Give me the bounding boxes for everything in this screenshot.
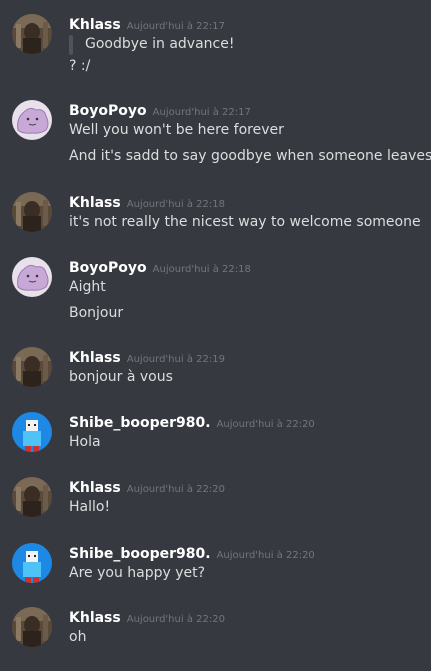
timestamp: Aujourd'hui à 22:18	[152, 264, 251, 275]
message-text: oh	[69, 629, 87, 645]
message-text: Bonjour	[69, 305, 124, 321]
message-text: And it's sadd to say goodbye when someon…	[69, 148, 431, 164]
blue-character-avatar-icon[interactable]	[12, 543, 52, 583]
khlass-avatar-icon[interactable]	[12, 477, 52, 517]
timestamp: Aujourd'hui à 22:20	[126, 614, 225, 625]
message-header: BoyoPoyo Aujourd'hui à 22:18	[69, 257, 251, 277]
quote-text: Goodbye in advance!	[85, 36, 235, 52]
username[interactable]: Shibe_booper980.	[69, 546, 211, 562]
khlass-avatar-icon[interactable]	[12, 192, 52, 232]
message-text: bonjour à vous	[69, 369, 173, 385]
message-header: Khlass Aujourd'hui à 22:18	[69, 192, 225, 212]
quote-bar	[69, 35, 73, 55]
khlass-avatar-icon[interactable]	[12, 607, 52, 647]
khlass-avatar-icon[interactable]	[12, 14, 52, 54]
message-header: Shibe_booper980. Aujourd'hui à 22:20	[69, 412, 315, 432]
message-text: it's not really the nicest way to welcom…	[69, 214, 421, 230]
username[interactable]: Khlass	[69, 610, 121, 626]
timestamp: Aujourd'hui à 22:19	[126, 354, 225, 365]
message-text: Well you won't be here forever	[69, 122, 284, 138]
username[interactable]: BoyoPoyo	[69, 103, 147, 119]
message-header: Khlass Aujourd'hui à 22:20	[69, 477, 225, 497]
username[interactable]: BoyoPoyo	[69, 260, 147, 276]
username[interactable]: Shibe_booper980.	[69, 415, 211, 431]
ditto-avatar-icon[interactable]	[12, 257, 52, 297]
message-header: Khlass Aujourd'hui à 22:17	[69, 14, 225, 34]
username[interactable]: Khlass	[69, 17, 121, 33]
timestamp: Aujourd'hui à 22:18	[126, 199, 225, 210]
message-text: Hallo!	[69, 499, 111, 515]
timestamp: Aujourd'hui à 22:20	[216, 419, 315, 430]
timestamp: Aujourd'hui à 22:20	[216, 550, 315, 561]
chat-messages: Khlass Aujourd'hui à 22:17 Goodbye in adv…	[0, 0, 431, 671]
message-header: Shibe_booper980. Aujourd'hui à 22:20	[69, 543, 315, 563]
message-text: ? :/	[69, 58, 91, 74]
message-header: Khlass Aujourd'hui à 22:20	[69, 607, 225, 627]
timestamp: Aujourd'hui à 22:17	[126, 21, 225, 32]
ditto-avatar-icon[interactable]	[12, 100, 52, 140]
message-header: BoyoPoyo Aujourd'hui à 22:17	[69, 100, 251, 120]
timestamp: Aujourd'hui à 22:20	[126, 484, 225, 495]
username[interactable]: Khlass	[69, 480, 121, 496]
khlass-avatar-icon[interactable]	[12, 347, 52, 387]
message-text: Are you happy yet?	[69, 565, 206, 581]
username[interactable]: Khlass	[69, 195, 121, 211]
timestamp: Aujourd'hui à 22:17	[152, 107, 251, 118]
message-text: Hola	[69, 434, 101, 450]
blue-character-avatar-icon[interactable]	[12, 412, 52, 452]
message-header: Khlass Aujourd'hui à 22:19	[69, 347, 225, 367]
username[interactable]: Khlass	[69, 350, 121, 366]
message-text: Aight	[69, 279, 106, 295]
